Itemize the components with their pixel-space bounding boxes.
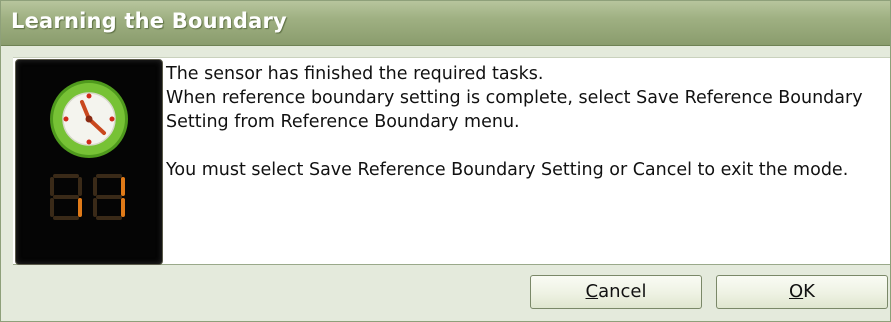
cancel-label: ancel — [598, 281, 647, 302]
dialog-window: Learning the Boundary The sensor has fin… — [0, 0, 891, 322]
message-line-finished: The sensor has finished the required tas… — [166, 64, 544, 84]
seven-segment-digits-icon — [50, 174, 125, 220]
message-line-exit: You must select Save Reference Boundary … — [166, 160, 849, 180]
message-text: The sensor has finished the required tas… — [166, 62, 876, 182]
ok-label: K — [803, 281, 815, 302]
ok-accelerator-key: O — [789, 281, 804, 302]
cancel-accelerator-key: C — [585, 281, 599, 302]
cancel-button[interactable]: Cancel — [530, 275, 702, 309]
clock-icon — [50, 80, 128, 158]
ok-button[interactable]: OK — [716, 275, 888, 309]
message-line-instructions: When reference boundary setting is compl… — [166, 88, 863, 132]
dialog-title: Learning the Boundary — [11, 9, 287, 33]
status-icon-panel — [15, 59, 163, 265]
title-bar[interactable]: Learning the Boundary — [1, 1, 890, 46]
